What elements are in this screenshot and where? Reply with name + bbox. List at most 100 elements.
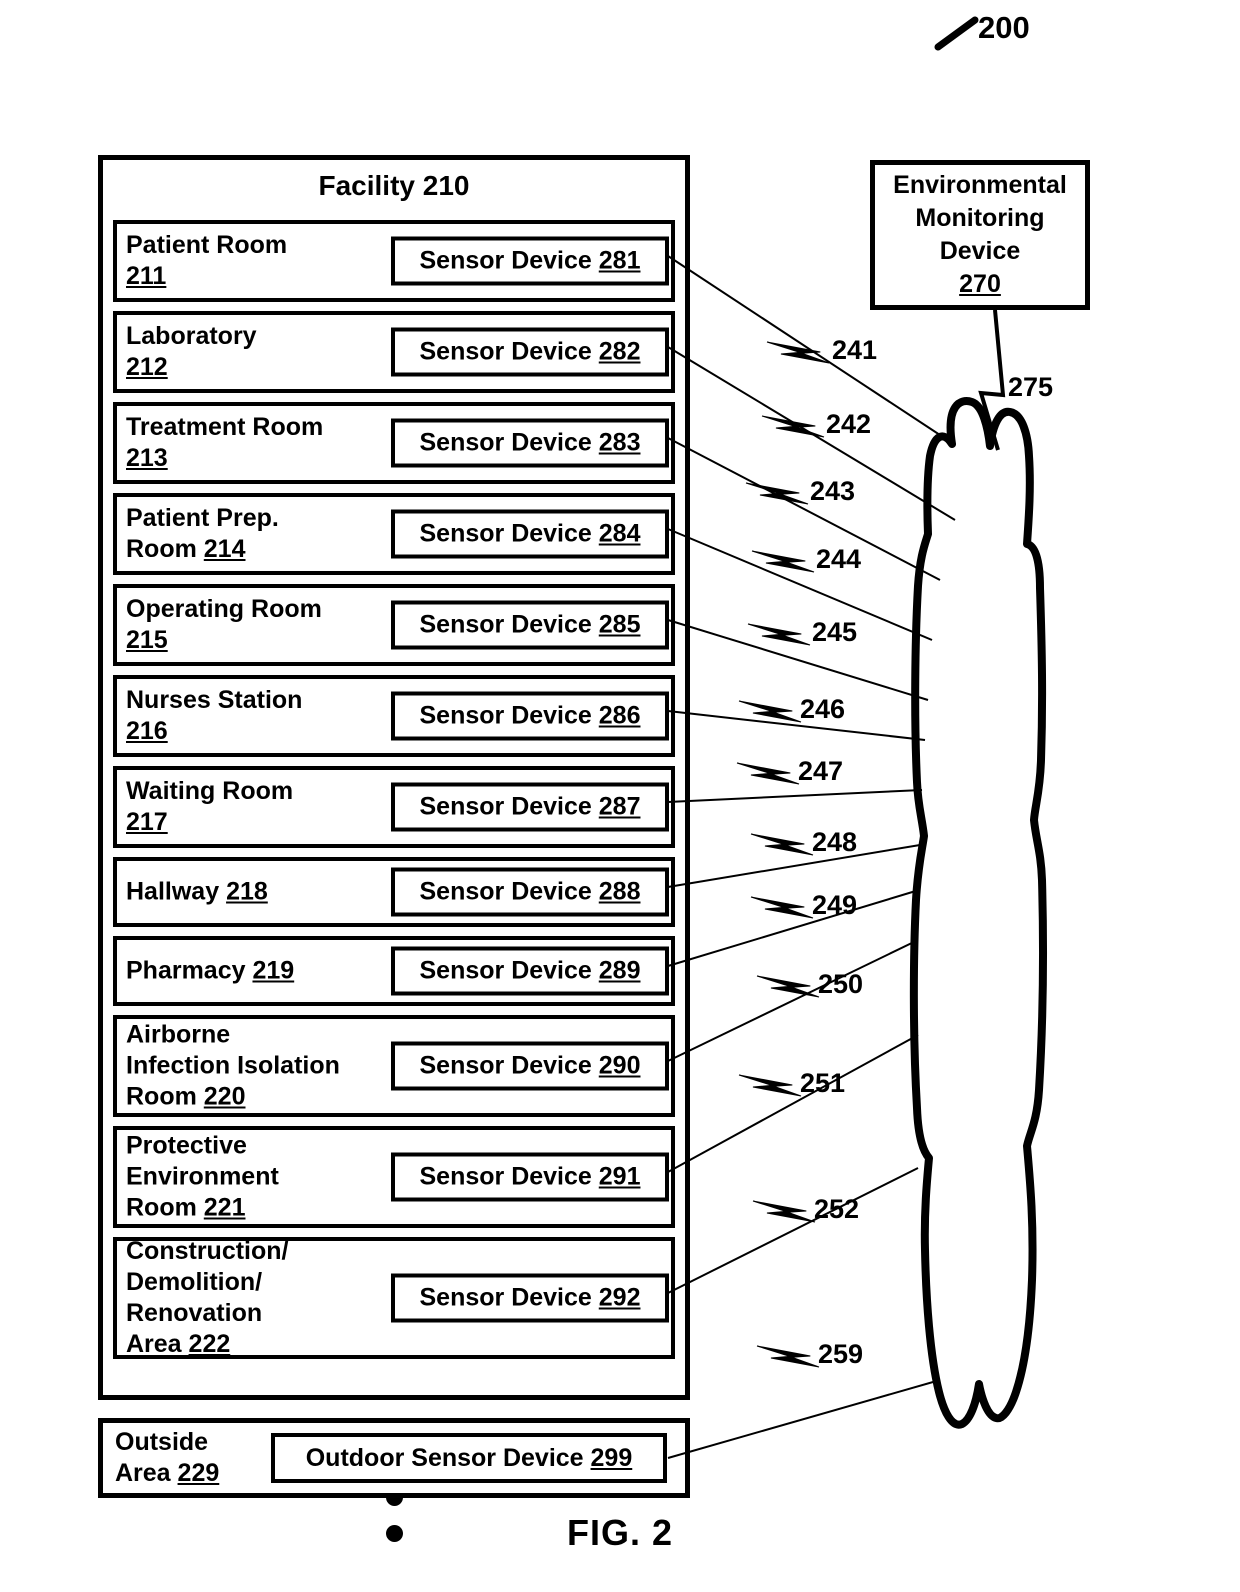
room-row: Construction/Demolition/Renovation Area 2…: [113, 1237, 675, 1359]
wireless-bolt-icon: [756, 1345, 820, 1368]
sensor-device-box: Sensor Device 286: [391, 691, 669, 741]
room-label: Nurses Station 216: [126, 686, 303, 745]
wireless-link-label-244: 244: [816, 544, 862, 574]
room-label: Hallway 218: [126, 877, 268, 906]
wireless-bolt-icon: [756, 975, 820, 998]
figure-caption: FIG. 2: [566, 1512, 674, 1553]
sensor-device-label: Sensor Device 283: [419, 428, 641, 457]
wireless-bolt-icon: [736, 762, 800, 785]
wireless-link-line-259: [667, 1379, 941, 1459]
room-label: Laboratory 212: [126, 322, 257, 381]
wireless-link-label-242: 242: [826, 409, 872, 439]
patent-figure-2: 200 Facility 210 Patient Room 211 Sensor D…: [0, 0, 1240, 1592]
wireless-link-line-246: [667, 710, 926, 741]
network-cloud-label: 260: [952, 813, 998, 843]
room-row: Hallway 218 Sensor Device 288: [113, 857, 675, 927]
wireless-link-label-251: 251: [800, 1068, 846, 1098]
wireless-link-line-250: [667, 939, 919, 1062]
network-cloud-shape: [909, 397, 1047, 1429]
wireless-link-label-252: 252: [814, 1194, 860, 1224]
wireless-link-line-243: [667, 437, 941, 581]
room-label: Protective Environment Room 221: [126, 1131, 279, 1222]
emd-reference-numeral: 270: [959, 270, 1001, 298]
sensor-device-label: Sensor Device 281: [419, 246, 641, 275]
room-row: Treatment Room 213 Sensor Device 283: [113, 402, 675, 484]
wireless-bolt-icon: [761, 415, 825, 438]
emd-line-2: Monitoring: [915, 204, 1045, 232]
wireless-bolt-icon: [745, 482, 809, 505]
sensor-device-box: Sensor Device 290: [391, 1041, 669, 1091]
wireless-link-label-247: 247: [798, 756, 844, 786]
outside-area-label: Outside Area 229: [115, 1428, 220, 1487]
sensor-device-box: Sensor Device 288: [391, 867, 669, 917]
facility-container: Facility 210 Patient Room 211 Sensor Devic…: [98, 155, 690, 1542]
sensor-device-box: Sensor Device 292: [391, 1273, 669, 1323]
wireless-link-line-248: [667, 844, 921, 888]
room-label: Construction/Demolition/Renovation Area 2…: [126, 1237, 289, 1358]
sensor-device-box: Sensor Device 291: [391, 1152, 669, 1202]
wireless-link-label-241: 241: [832, 335, 878, 365]
wireless-link-label-248: 248: [812, 827, 858, 857]
wireless-bolt-icon: [750, 833, 814, 856]
sensor-device-label: Sensor Device 289: [419, 956, 641, 985]
facility-title: Facility 210: [318, 170, 470, 201]
wireless-bolt-icon: [766, 341, 830, 364]
outside-area-container: Outside Area 229 Outdoor Sensor Device 29…: [98, 1418, 690, 1498]
emd-line-1: Environmental: [893, 171, 1067, 199]
wireless-bolt-icon: [751, 550, 815, 573]
sensor-device-box: Sensor Device 284: [391, 509, 669, 559]
wireless-link-label-249: 249: [812, 890, 858, 920]
room-label: Patient Prep. Room 214: [126, 504, 279, 563]
sensor-device-box: Sensor Device 287: [391, 782, 669, 832]
wireless-link-label-250: 250: [818, 969, 864, 999]
room-row: Airborne Infection Isolation Room 220 Senso…: [113, 1015, 675, 1117]
room-label: Pharmacy 219: [126, 956, 295, 985]
wireless-link-label-259: 259: [818, 1339, 864, 1369]
sensor-device-label: Sensor Device 282: [419, 337, 641, 366]
wireless-bolt-icon: [747, 623, 811, 646]
wireless-link-line-247: [667, 789, 923, 803]
environmental-monitoring-device-box: Environmental Monitoring Device 270: [870, 160, 1090, 310]
sensor-device-label: Sensor Device 284: [419, 519, 641, 548]
room-row: Pharmacy 219 Sensor Device 289: [113, 936, 675, 1006]
wireless-link-label-245: 245: [812, 617, 858, 647]
room-row: Patient Prep. Room 214 Sensor Device 284: [113, 493, 675, 575]
wireless-bolt-icon: [738, 1074, 802, 1097]
room-row: Nurses Station 216 Sensor Device 286: [113, 675, 675, 757]
sensor-device-box: Sensor Device 285: [391, 600, 669, 650]
outdoor-sensor-device-label: Outdoor Sensor Device 299: [305, 1443, 633, 1472]
wireless-bolt-icon: [750, 896, 814, 919]
wireless-link-line-245: [667, 619, 929, 701]
uplink-line-275: [978, 309, 1006, 451]
sensor-device-box: Sensor Device 283: [391, 418, 669, 468]
wireless-link-line-251: [667, 1034, 919, 1173]
wireless-link-label-243: 243: [810, 476, 856, 506]
room-row: Patient Room 211 Sensor Device 281: [113, 220, 675, 302]
room-label: Treatment Room 213: [126, 413, 324, 472]
sensor-device-box: Sensor Device 281: [391, 236, 669, 286]
sensor-device-label: Sensor Device 287: [419, 792, 641, 821]
outdoor-sensor-device-box: Outdoor Sensor Device 299: [271, 1433, 667, 1483]
sensor-device-box: Sensor Device 282: [391, 327, 669, 377]
wireless-bolt-icon: [738, 700, 802, 723]
wireless-link-line-252: [667, 1167, 919, 1294]
wireless-link-label-246: 246: [800, 694, 846, 724]
sensor-device-label: Sensor Device 288: [419, 877, 641, 906]
sensor-device-label: Sensor Device 292: [419, 1283, 641, 1312]
room-label: Airborne Infection Isolation Room 220: [126, 1020, 340, 1111]
sensor-device-box: Sensor Device 289: [391, 946, 669, 996]
sensor-device-label: Sensor Device 290: [419, 1051, 641, 1080]
room-label: Waiting Room 217: [126, 777, 294, 836]
sensor-device-label: Sensor Device 291: [419, 1162, 641, 1191]
wireless-bolt-icon: [752, 1200, 816, 1223]
sensor-device-label: Sensor Device 285: [419, 610, 641, 639]
room-row: Laboratory 212 Sensor Device 282: [113, 311, 675, 393]
emd-line-3: Device: [939, 237, 1021, 265]
room-row: Operating Room 215 Sensor Device 285: [113, 584, 675, 666]
sensor-device-label: Sensor Device 286: [419, 701, 641, 730]
room-label: Patient Room 211: [126, 231, 288, 290]
room-label: Operating Room 215: [126, 595, 322, 654]
room-row: Protective Environment Room 221 Sensor Devi…: [113, 1126, 675, 1228]
figure-reference-numeral: 200: [978, 10, 1030, 45]
figure-lead-tick: [934, 16, 979, 51]
